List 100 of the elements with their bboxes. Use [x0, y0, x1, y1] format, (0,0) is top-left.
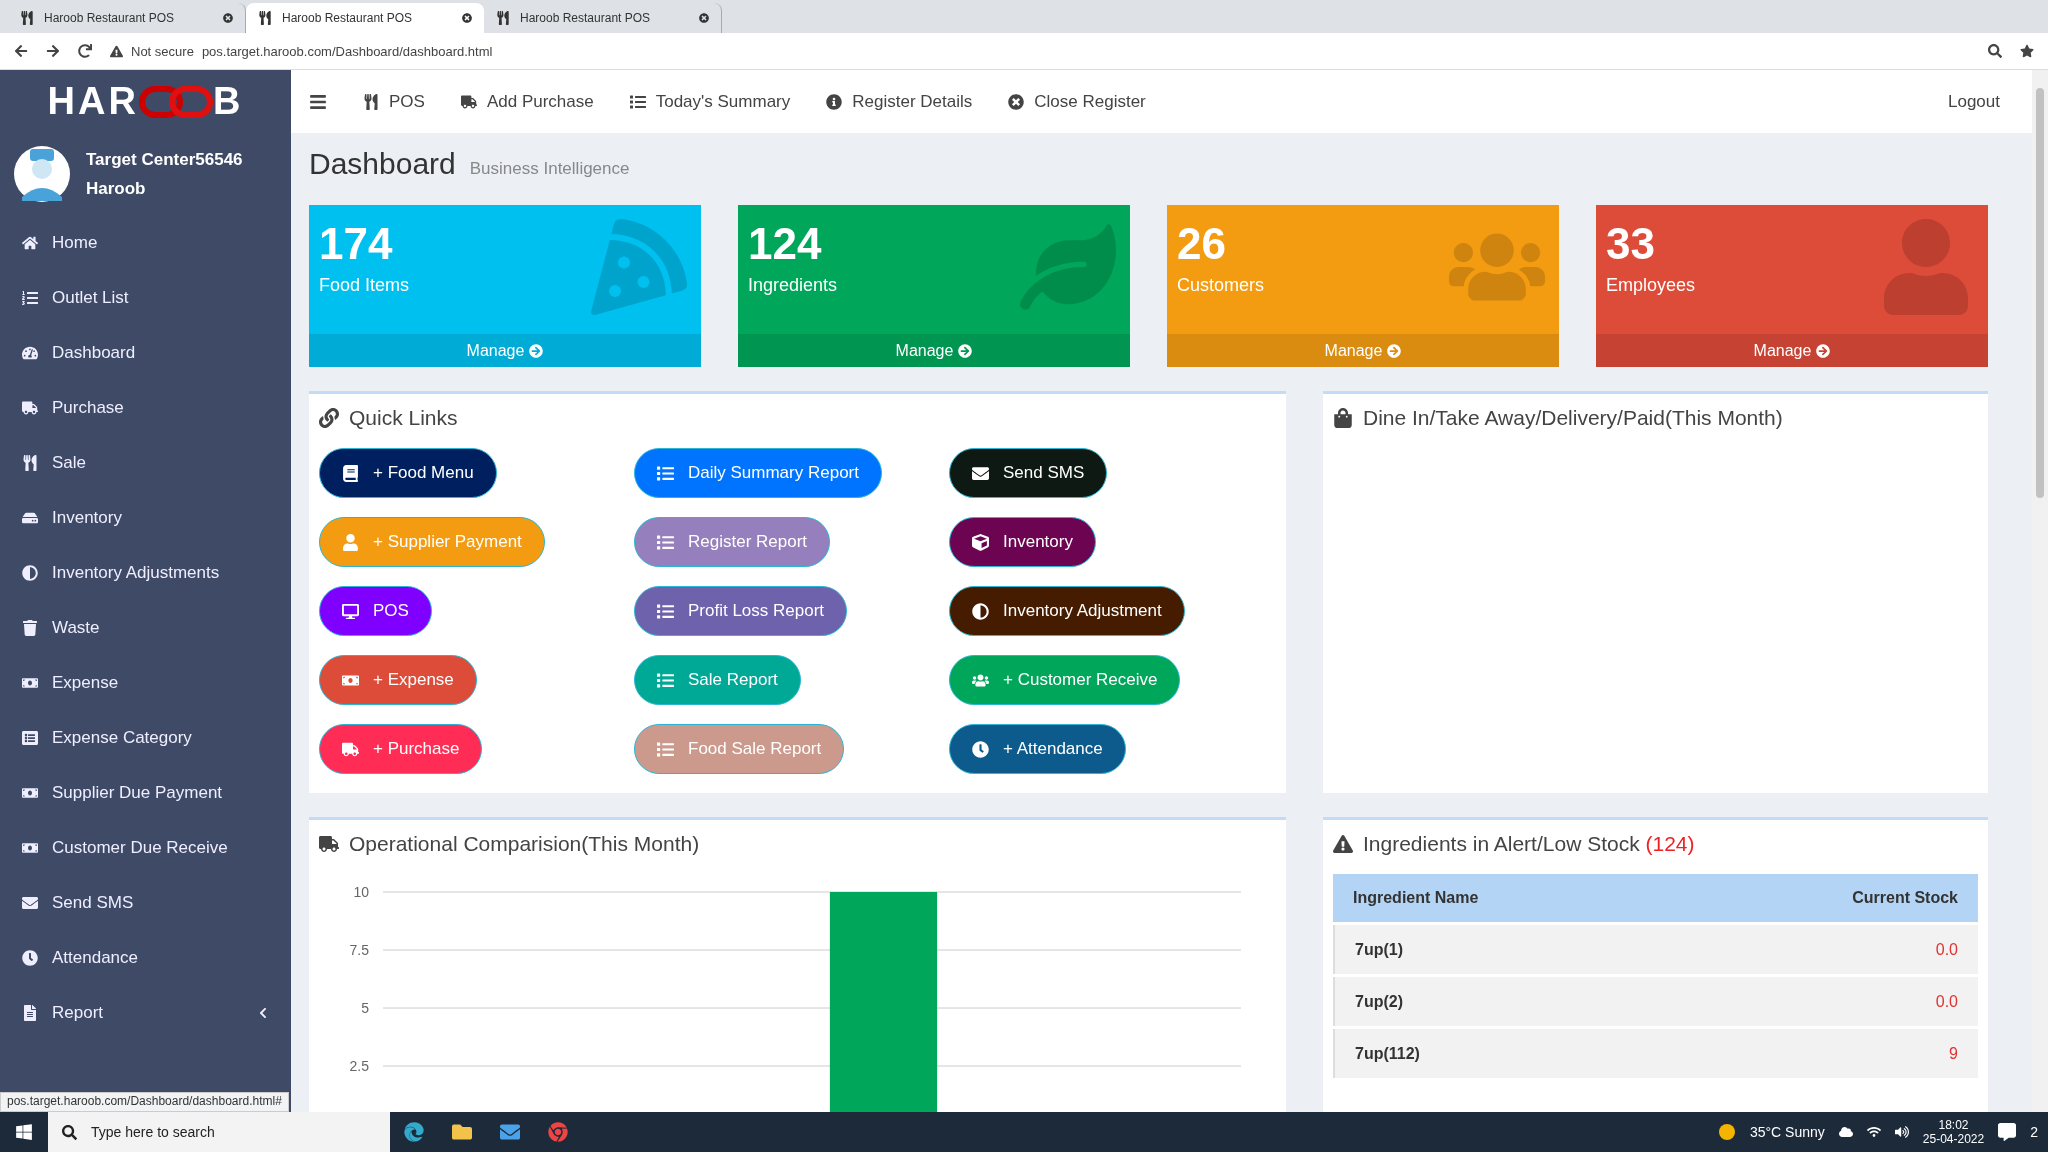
browser-icon	[404, 1122, 424, 1142]
sidebar-item[interactable]: Inventory Adjustments	[0, 545, 291, 600]
list-icon	[657, 464, 674, 482]
close-icon	[462, 13, 472, 23]
link-icon	[319, 408, 339, 428]
trash-icon	[22, 619, 38, 636]
sidebar-item[interactable]: Sale	[0, 435, 291, 490]
arrow-right-icon	[529, 343, 544, 358]
browser-tab[interactable]: Haroob Restaurant POS	[246, 3, 484, 33]
volume-icon	[1894, 1125, 1909, 1139]
stat-label: Ingredients	[748, 275, 838, 296]
envelope-icon	[972, 464, 989, 482]
close-icon	[1008, 93, 1025, 110]
list-icon	[22, 729, 38, 746]
quick-link-button[interactable]: + Food Menu	[319, 448, 497, 498]
clock-icon	[22, 949, 38, 966]
url-field[interactable]: pos.target.haroob.com/Dashboard/dashboard.html	[201, 43, 493, 59]
quick-link-button[interactable]: Send SMS	[949, 448, 1108, 498]
sidebar-item[interactable]: Inventory	[0, 490, 291, 545]
sun-icon	[1717, 1123, 1736, 1141]
list-icon	[657, 533, 674, 551]
panel-title: Operational Comparision(This Month)	[349, 832, 700, 856]
column-header: Current Stock	[1852, 889, 1958, 907]
zoom-icon	[1988, 44, 2002, 58]
clock-date: 25-04-2022	[1922, 1132, 1985, 1146]
panel-title: Dine In/Take Away/Delivery/Paid(This Month)	[1363, 406, 1783, 430]
utensils-icon	[496, 11, 510, 25]
monitor-icon	[342, 602, 359, 620]
close-icon	[699, 13, 709, 23]
security-label: Not secure	[131, 43, 194, 59]
truck-icon	[342, 740, 359, 758]
nav-link[interactable]: Register Details	[826, 91, 973, 112]
sidebar-item[interactable]: Home	[0, 215, 291, 270]
quick-link-button[interactable]: Inventory	[949, 517, 1096, 567]
axis-label: 7.5	[349, 942, 369, 958]
sidebar-item[interactable]: Purchase	[0, 380, 291, 435]
back-icon	[14, 44, 28, 58]
book-icon	[342, 464, 359, 482]
table-cell: 7up(1)	[1355, 940, 1403, 959]
chain-icon	[138, 84, 213, 119]
sidebar-item[interactable]: Dashboard	[0, 325, 291, 380]
stat-value: 124	[748, 219, 822, 269]
stat-label: Food Items	[319, 275, 410, 296]
numbered-list-icon	[22, 289, 38, 306]
stat-value: 33	[1606, 219, 1655, 269]
sidebar-item[interactable]: Expense Category	[0, 710, 291, 765]
quick-link-button[interactable]: + Purchase	[319, 724, 483, 774]
sidebar-item[interactable]: Expense	[0, 655, 291, 710]
envelope-icon	[22, 894, 38, 911]
star-icon	[2020, 44, 2034, 58]
quick-link-button[interactable]: Profit Loss Report	[634, 586, 848, 636]
sidebar-item[interactable]: Report	[0, 985, 291, 1040]
reload-icon	[78, 44, 92, 58]
quick-link-button[interactable]: + Expense	[319, 655, 477, 705]
status-url: pos.target.haroob.com/Dashboard/dashboard.html#	[0, 1092, 289, 1112]
manage-link[interactable]: Manage	[738, 334, 1130, 367]
table-cell: 9	[1949, 1044, 1958, 1063]
sidebar-item[interactable]: Supplier Due Payment	[0, 765, 291, 820]
logout-link[interactable]: Logout	[1948, 91, 2014, 112]
notification-icon	[1998, 1123, 2017, 1141]
contrast-icon	[972, 602, 989, 620]
user-name: Haroob	[86, 178, 147, 200]
nav-link[interactable]: Add Purchase	[460, 91, 594, 112]
quick-link-button[interactable]: + Attendance	[949, 724, 1126, 774]
search-icon	[62, 1124, 77, 1140]
nav-link[interactable]: Today's Summary	[629, 91, 791, 112]
windows-icon	[15, 1123, 33, 1141]
clock-icon	[972, 740, 989, 758]
arrow-right-icon	[1387, 343, 1402, 358]
quick-link-button[interactable]: Daily Summary Report	[634, 448, 882, 498]
logo-text: B	[212, 80, 244, 123]
folder-icon	[452, 1122, 472, 1142]
contrast-icon	[22, 564, 38, 581]
stat-value: 174	[319, 219, 393, 269]
sidebar-item[interactable]: Outlet List	[0, 270, 291, 325]
user-name: Target Center56546	[86, 149, 243, 171]
utensils-icon	[258, 11, 272, 25]
truck-icon	[460, 93, 477, 110]
forward-icon	[46, 44, 60, 58]
gauge-icon	[22, 344, 38, 361]
nav-link[interactable]: POS	[363, 91, 425, 112]
quick-link-button[interactable]: POS	[319, 586, 432, 636]
quick-link-button[interactable]: Inventory Adjustment	[949, 586, 1185, 636]
sidebar-item[interactable]: Customer Due Receive	[0, 820, 291, 875]
panel-title: Quick Links	[349, 406, 458, 430]
home-icon	[22, 234, 38, 251]
sidebar-item[interactable]: Waste	[0, 600, 291, 655]
nav-link[interactable]: Close Register	[1008, 91, 1146, 112]
logo-text: HAR	[47, 80, 139, 123]
wifi-icon	[1866, 1125, 1881, 1139]
manage-link[interactable]: Manage	[1596, 334, 1988, 367]
warning-icon	[1333, 834, 1353, 854]
warning-icon	[110, 44, 123, 58]
cube-icon	[972, 533, 989, 551]
sidebar-item[interactable]: Attendance	[0, 930, 291, 985]
stat-label: Customers	[1177, 275, 1265, 296]
arrow-right-icon	[958, 343, 973, 358]
scrollbar[interactable]	[2032, 70, 2048, 1112]
taskbar-search[interactable]: Type here to search	[48, 1112, 390, 1152]
sidebar-item[interactable]: Send SMS	[0, 875, 291, 930]
